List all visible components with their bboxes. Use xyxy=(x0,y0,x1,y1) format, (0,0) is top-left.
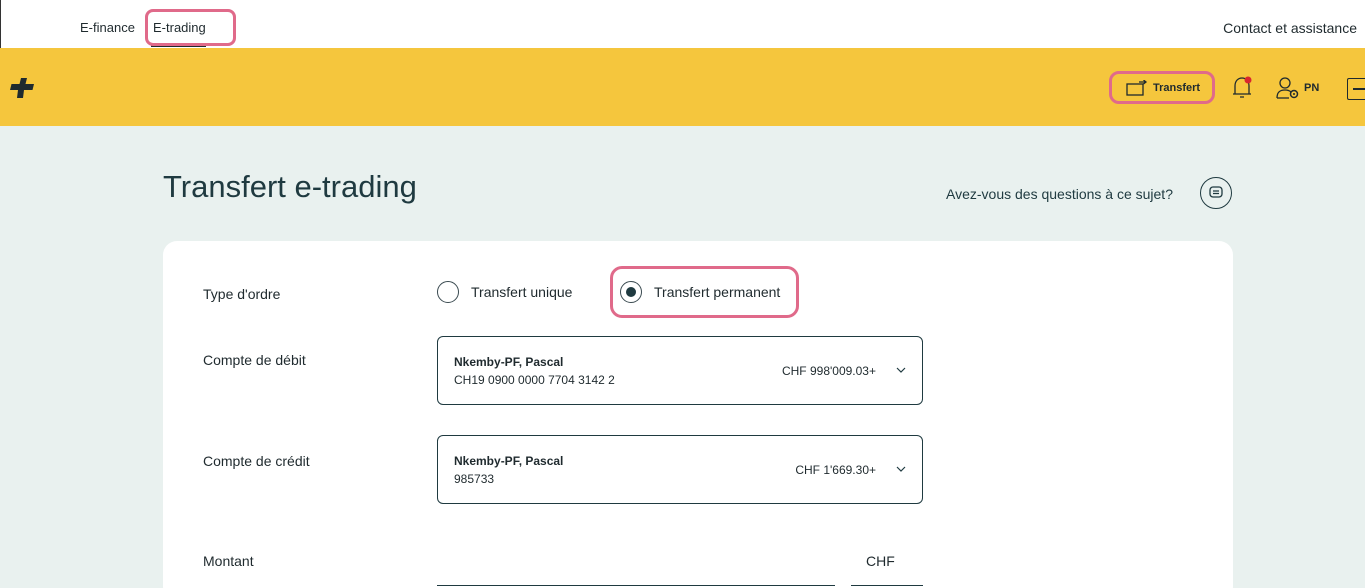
logo-icon[interactable] xyxy=(10,78,34,98)
account-holder-name: Nkemby-PF, Pascal xyxy=(454,355,564,369)
highlight-permanent-option xyxy=(610,266,799,318)
user-menu[interactable]: PN xyxy=(1276,77,1319,99)
contact-assistance-link[interactable]: Contact et assistance xyxy=(1223,20,1357,36)
radio-unselected-icon xyxy=(437,281,459,303)
main-header: Transfert PN xyxy=(0,48,1365,126)
order-type-label: Type d'ordre xyxy=(203,286,281,302)
logout-icon[interactable] xyxy=(1347,78,1365,100)
account-balance: CHF 1'669.30+ xyxy=(795,463,876,477)
credit-account-select[interactable]: Nkemby-PF, Pascal 985733 CHF 1'669.30+ xyxy=(437,435,923,504)
user-initials: PN xyxy=(1304,82,1320,94)
account-balance: CHF 998'009.03+ xyxy=(781,364,876,378)
amount-label: Montant xyxy=(203,553,254,569)
tab-efinance[interactable]: E-finance xyxy=(80,20,135,35)
amount-input[interactable] xyxy=(437,585,835,586)
top-nav-bar: E-finance E-trading Contact et assistanc… xyxy=(0,0,1365,48)
account-number: 985733 xyxy=(454,472,495,486)
radio-transfert-unique[interactable]: Transfert unique xyxy=(437,281,572,303)
credit-account-label: Compte de crédit xyxy=(203,453,310,469)
page-title: Transfert e-trading xyxy=(163,169,417,204)
notification-bell-icon[interactable] xyxy=(1231,76,1253,100)
account-holder-name: Nkemby-PF, Pascal xyxy=(454,454,564,468)
currency-label: CHF xyxy=(866,553,895,569)
highlight-etrading-tab xyxy=(145,9,236,46)
chat-icon[interactable] xyxy=(1200,177,1232,209)
user-settings-icon xyxy=(1276,77,1299,99)
highlight-transfer-button xyxy=(1109,71,1215,104)
debit-account-label: Compte de débit xyxy=(203,352,306,368)
debit-account-select[interactable]: Nkemby-PF, Pascal CH19 0900 0000 7704 31… xyxy=(437,336,923,405)
account-number: CH19 0900 0000 7704 3142 2 xyxy=(454,373,615,387)
currency-field[interactable] xyxy=(851,585,923,586)
radio-label-unique: Transfert unique xyxy=(471,284,573,300)
chevron-down-icon xyxy=(896,367,906,373)
chevron-down-icon xyxy=(896,466,906,472)
help-link[interactable]: Avez-vous des questions à ce sujet? xyxy=(946,186,1173,202)
